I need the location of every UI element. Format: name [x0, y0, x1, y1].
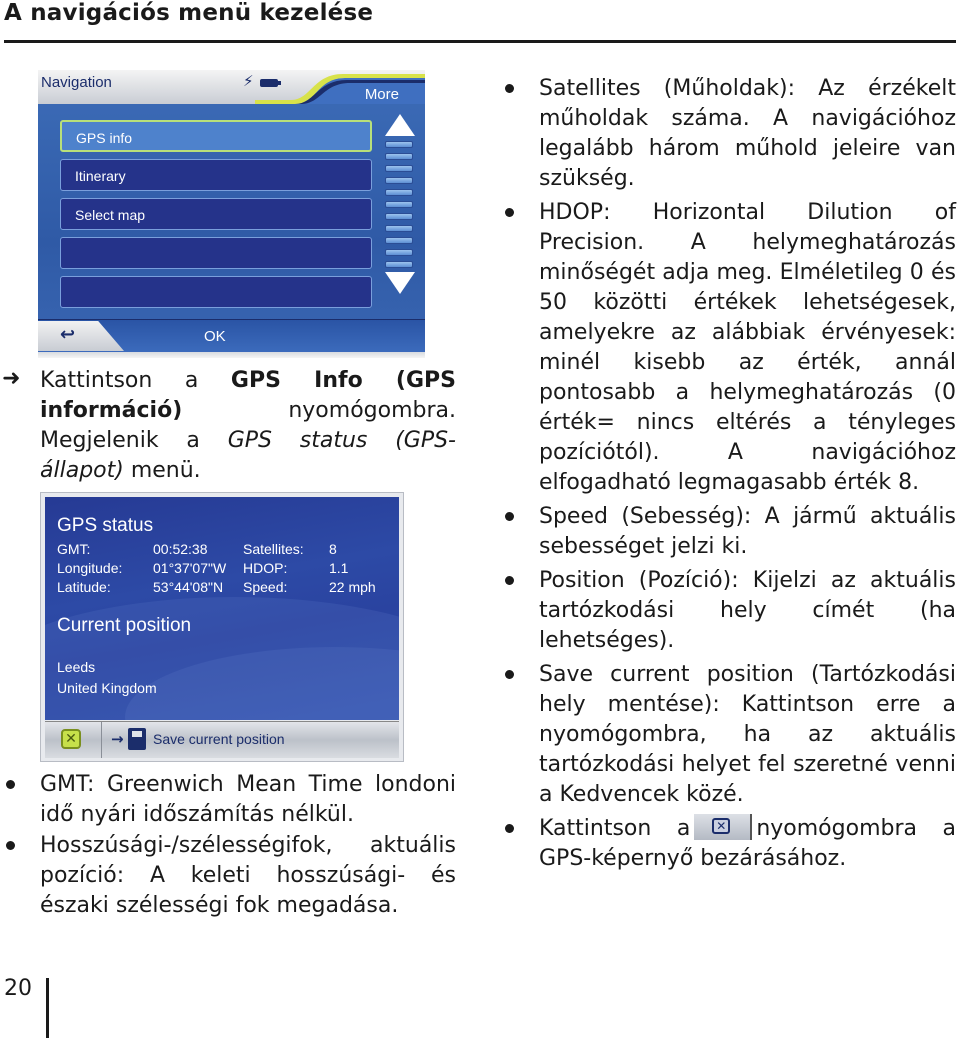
- list-item: Save current position (Tartózkodási hely…: [505, 660, 956, 810]
- scroll-segment: [385, 165, 413, 172]
- gps-row: Longitude: 01°37'07"W HDOP: 1.1: [57, 560, 397, 579]
- gps-status-screenshot: GPS status GMT: 00:52:38 Satellites: 8 L…: [40, 492, 404, 762]
- gps-value: 01°37'07"W: [153, 560, 227, 576]
- nav-item-empty[interactable]: [60, 276, 372, 308]
- footer-strip: [38, 352, 425, 358]
- bullet-text: Kattintson a: [539, 816, 691, 841]
- scroll-down-icon[interactable]: [385, 272, 415, 294]
- ok-button[interactable]: OK: [204, 328, 226, 345]
- nav-item-gps-info[interactable]: GPS info: [60, 120, 372, 152]
- scroll-up-icon[interactable]: [385, 114, 415, 136]
- gps-label: Satellites:: [243, 541, 304, 557]
- bullet-text: Satellites (Műholdak): Az érzékelt műhol…: [539, 76, 956, 191]
- instruction-part: menü.: [123, 458, 201, 483]
- gps-data-grid: GMT: 00:52:38 Satellites: 8 Longitude: 0…: [57, 541, 397, 598]
- gps-value: 53°44'08"N: [153, 579, 224, 595]
- arrow-right-icon: →: [111, 730, 124, 748]
- current-position-heading: Current position: [57, 615, 192, 636]
- bullet-icon: [505, 824, 514, 833]
- page-number-rule: [46, 978, 49, 1038]
- gps-label: Latitude:: [57, 579, 111, 595]
- scroll-segment: [385, 189, 413, 196]
- bullet-text: HDOP: Horizontal Dilution of Precision. …: [539, 200, 956, 495]
- gps-label: HDOP:: [243, 560, 288, 576]
- nav-item-empty[interactable]: [60, 237, 372, 269]
- scroll-segment: [385, 141, 413, 148]
- list-item: Hosszúsági-/szélességifok, aktuális pozí…: [6, 831, 456, 921]
- floppy-disk-icon: [128, 728, 146, 750]
- scroll-segment: [385, 237, 413, 244]
- save-current-position-button[interactable]: Save current position: [153, 731, 285, 747]
- gps-status-panel: GPS status GMT: 00:52:38 Satellites: 8 L…: [45, 497, 399, 720]
- close-x-icon: ✕: [61, 729, 81, 749]
- close-x-icon: ✕: [712, 818, 731, 834]
- scroll-segment: [385, 261, 413, 268]
- bullet-text: Save current position (Tartózkodási hely…: [539, 662, 956, 807]
- nav-footer: ↩ OK: [38, 319, 425, 358]
- scroll-segment: [385, 201, 413, 208]
- nav-item-select-map[interactable]: Select map: [60, 198, 372, 230]
- nav-item-itinerary[interactable]: Itinerary: [60, 159, 372, 191]
- scroll-segment: [385, 213, 413, 220]
- arrow-marker-icon: ➜: [2, 366, 21, 391]
- list-item: Satellites (Műholdak): Az érzékelt műhol…: [505, 74, 956, 194]
- list-item: Position (Pozíció): Kijelzi az aktuális …: [505, 566, 956, 656]
- gps-row: Latitude: 53°44'08"N Speed: 22 mph: [57, 579, 397, 598]
- nav-title: Navigation: [41, 74, 112, 91]
- gps-value: 8: [329, 541, 337, 557]
- bullet-icon: [6, 841, 15, 850]
- right-bullet-list: Satellites (Műholdak): Az érzékelt műhol…: [505, 74, 956, 878]
- left-bullet-list: GMT: Greenwich Mean Time londoni idő nyá…: [6, 770, 456, 922]
- scroll-segment: [385, 153, 413, 160]
- list-item: GMT: Greenwich Mean Time londoni idő nyá…: [6, 770, 456, 830]
- address-city: Leeds: [57, 659, 96, 675]
- instruction-text: Kattintson a GPS Info (GPS információ) n…: [40, 366, 456, 486]
- gps-status-heading: GPS status: [57, 515, 154, 536]
- bullet-icon: [6, 780, 15, 789]
- gps-label: Speed:: [243, 579, 288, 595]
- page-title: A navigációs menü kezelése: [4, 0, 374, 26]
- bullet-icon: [505, 576, 514, 585]
- scroll-segment: [385, 177, 413, 184]
- bullet-text: Position (Pozíció): Kijelzi az aktuális …: [539, 568, 956, 653]
- gps-action-bar: ✕ → Save current position: [45, 721, 399, 758]
- more-button[interactable]: More: [365, 86, 399, 103]
- bullet-icon: [505, 208, 514, 217]
- bolt-icon: ⚡: [243, 72, 254, 90]
- gps-value: 00:52:38: [153, 541, 208, 557]
- list-item: HDOP: Horizontal Dilution of Precision. …: [505, 198, 956, 498]
- bullet-icon: [505, 84, 514, 93]
- address-country: United Kingdom: [57, 680, 157, 696]
- gps-label: GMT:: [57, 541, 91, 557]
- close-button[interactable]: ✕: [45, 722, 102, 758]
- bullet-text: GMT: Greenwich Mean Time londoni idő nyá…: [40, 772, 456, 827]
- scroll-segment: [385, 249, 413, 256]
- back-arrow-icon: ↩: [60, 324, 76, 345]
- bullet-icon: [505, 512, 514, 521]
- back-button[interactable]: ↩: [38, 321, 124, 351]
- nav-menu-list: GPS info Itinerary Select map: [60, 120, 372, 315]
- inline-close-button-image: ✕: [694, 814, 753, 840]
- gps-value: 22 mph: [329, 579, 376, 595]
- header-swoosh: [255, 74, 425, 104]
- gps-label: Longitude:: [57, 560, 123, 576]
- nav-header: Navigation ⚡ More: [38, 70, 425, 104]
- navigation-menu-screenshot: Navigation ⚡ More GPS info Itinerary Sel…: [38, 70, 425, 358]
- bullet-text: Speed (Sebesség): A jármű aktuális sebes…: [539, 504, 956, 559]
- title-rule: [4, 40, 956, 43]
- bullet-text: Hosszúsági-/szélességifok, aktuális pozí…: [40, 833, 456, 918]
- bullet-icon: [505, 670, 514, 679]
- page-number: 20: [4, 976, 32, 1001]
- list-item: Kattintson a ✕ nyomógombra a GPS-képernyő …: [505, 814, 956, 874]
- instruction-part: Kattintson a: [40, 368, 231, 393]
- scrollbar[interactable]: [385, 114, 415, 304]
- gps-row: GMT: 00:52:38 Satellites: 8: [57, 541, 397, 560]
- scroll-segment: [385, 225, 413, 232]
- list-item: Speed (Sebesség): A jármű aktuális sebes…: [505, 502, 956, 562]
- gps-value: 1.1: [329, 560, 349, 576]
